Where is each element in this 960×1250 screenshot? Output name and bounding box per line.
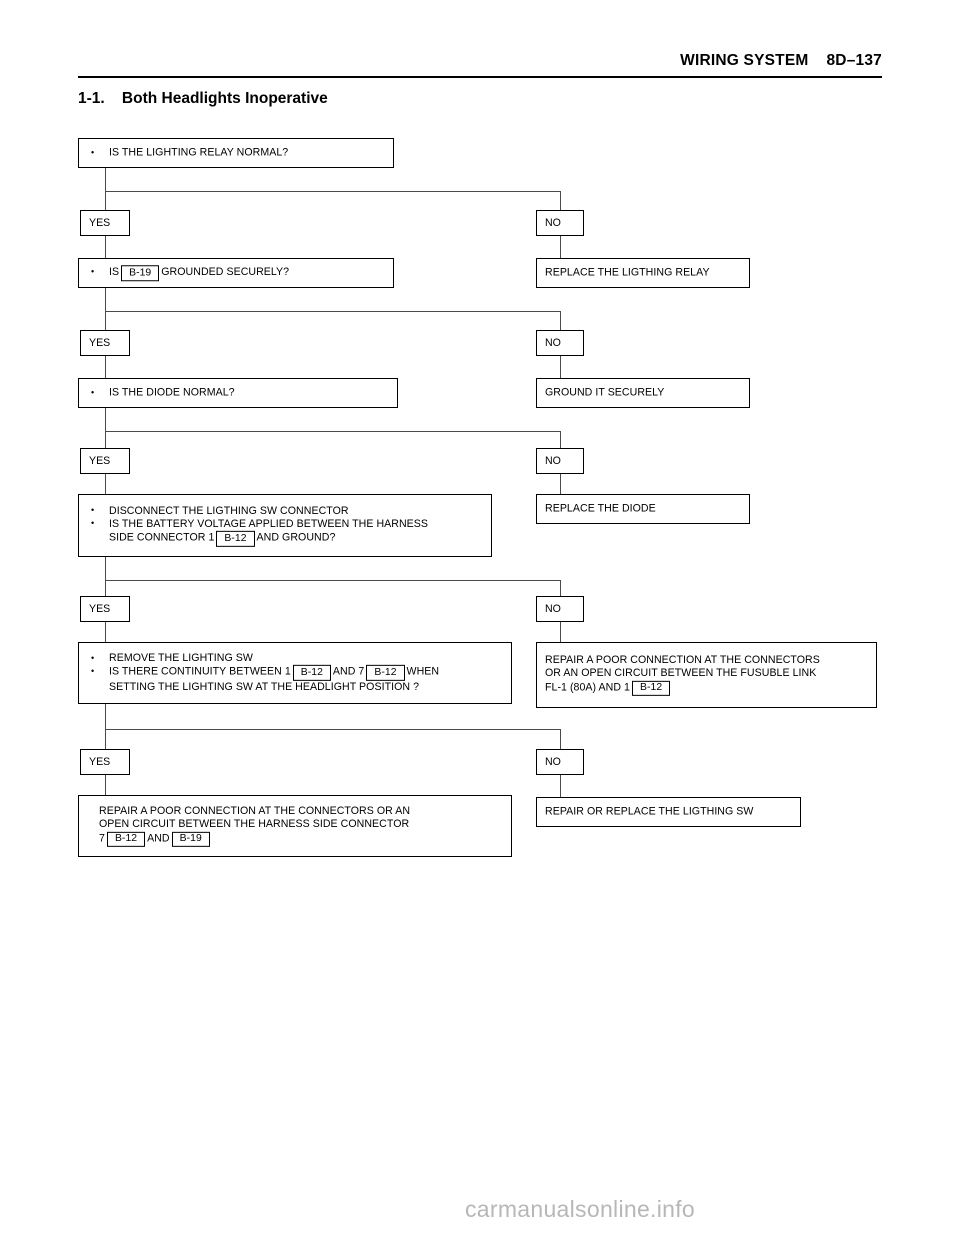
connector-line (105, 580, 106, 596)
connector-line (105, 191, 561, 192)
result-box-repair-harness-connector: REPAIR A POOR CONNECTION AT THE CONNECTO… (78, 795, 512, 857)
question-line: IS THERE CONTINUITY BETWEEN 1B-12AND 7B-… (89, 665, 511, 694)
connector-line (105, 431, 106, 448)
page-header: WIRING SYSTEM 8D–137 (78, 52, 882, 78)
connector-line (560, 580, 561, 596)
result-text: REPAIR OR REPLACE THE LIGTHING SW (545, 805, 754, 818)
result-text-line2: OPEN CIRCUIT BETWEEN THE HARNESS SIDE CO… (99, 818, 410, 831)
question-line: IS THE LIGHTING RELAY NORMAL? (89, 146, 393, 160)
result-text-line3: 7 B-12 AND B-19 (99, 831, 511, 848)
header-title: WIRING SYSTEM 8D–137 (680, 52, 882, 69)
question-text-pre: SIDE CONNECTOR 1 (109, 531, 215, 544)
connector-line (105, 431, 561, 432)
connector-line (560, 775, 561, 797)
question-box-battery-voltage: DISCONNECT THE LIGTHING SW CONNECTOR IS … (78, 494, 492, 557)
branch-label-no-3: NO (536, 448, 584, 474)
connector-line (105, 236, 106, 258)
result-box-repair-replace-lighting-sw: REPAIR OR REPLACE THE LIGTHING SW (536, 797, 801, 827)
connector-line (560, 622, 561, 642)
connector-line (105, 356, 106, 378)
question-text-post: WHEN (406, 665, 440, 678)
result-text: REPLACE THE DIODE (545, 502, 656, 515)
connector-line (560, 729, 561, 749)
connector-line (105, 168, 106, 191)
connector-line (105, 729, 561, 730)
question-line: IS THE BATTERY VOLTAGE APPLIED BETWEEN T… (89, 517, 491, 547)
connector-line (105, 775, 106, 795)
branch-label-yes-2: YES (80, 330, 130, 356)
branch-label-no-1: NO (536, 210, 584, 236)
connector-line (105, 311, 561, 312)
connector-line (105, 729, 106, 749)
result-text-pre: FL-1 (80A) AND 1 (545, 681, 630, 694)
question-text-mid: AND 7 (332, 665, 365, 678)
result-box-replace-lighting-relay: REPLACE THE LIGTHING RELAY (536, 258, 750, 288)
connector-chip-b12: B-12 (292, 665, 331, 681)
result-text-line1: REPAIR A POOR CONNECTION AT THE CONNECTO… (545, 653, 820, 666)
result-box-replace-diode: REPLACE THE DIODE (536, 494, 750, 524)
connector-line (560, 356, 561, 378)
connector-chip-b12: B-12 (366, 665, 405, 681)
branch-label-no-4: NO (536, 596, 584, 622)
connector-chip-b19: B-19 (121, 265, 160, 281)
branch-label-yes-1: YES (80, 210, 130, 236)
question-box-lighting-relay: IS THE LIGHTING RELAY NORMAL? (78, 138, 394, 168)
branch-label-yes-4: YES (80, 596, 130, 622)
question-line: ISB-19GROUNDED SECURELY? (89, 265, 393, 281)
connector-chip-b12: B-12 (632, 680, 671, 697)
connector-line (560, 474, 561, 494)
question-line: DISCONNECT THE LIGTHING SW CONNECTOR (89, 504, 491, 518)
branch-label-yes-5: YES (80, 749, 130, 775)
connector-line (105, 622, 106, 642)
connector-line (105, 288, 106, 311)
connector-chip-b19: B-19 (171, 831, 210, 848)
connector-line (105, 580, 561, 581)
question-box-b19-ground: ISB-19GROUNDED SECURELY? (78, 258, 394, 288)
question-text-pre: IS (109, 265, 120, 278)
result-text: GROUND IT SECURELY (545, 386, 665, 399)
header-divider (78, 76, 882, 78)
question-text-pre: IS THERE CONTINUITY BETWEEN 1 (109, 665, 291, 678)
connector-line (560, 311, 561, 330)
connector-line (105, 704, 106, 729)
connector-line (560, 236, 561, 258)
connector-line (105, 557, 106, 580)
result-text-mid: AND (147, 832, 170, 845)
question-line: IS THE DIODE NORMAL? (89, 386, 397, 400)
result-box-ground-securely: GROUND IT SECURELY (536, 378, 750, 408)
result-text-line1: REPAIR A POOR CONNECTION AT THE CONNECTO… (99, 804, 411, 817)
branch-label-yes-3: YES (80, 448, 130, 474)
connector-line (560, 191, 561, 210)
question-box-diode-normal: IS THE DIODE NORMAL? (78, 378, 398, 408)
question-text-post: AND GROUND? (256, 531, 336, 544)
connector-chip-b12: B-12 (216, 531, 255, 547)
result-text-pre: 7 (99, 832, 105, 845)
result-text-line3: FL-1 (80A) AND 1 B-12 (545, 680, 876, 697)
connector-line (105, 408, 106, 431)
connector-line (105, 311, 106, 330)
question-text: IS THE BATTERY VOLTAGE APPLIED BETWEEN T… (109, 517, 429, 530)
connector-line (105, 474, 106, 494)
watermark: carmanualsonline.info (464, 1196, 696, 1222)
question-text-continued: SETTING THE LIGHTING SW AT THE HEADLIGHT… (109, 680, 420, 693)
connector-line (105, 191, 106, 210)
question-text-post: GROUNDED SECURELY? (161, 265, 290, 278)
branch-label-no-5: NO (536, 749, 584, 775)
branch-label-no-2: NO (536, 330, 584, 356)
question-text-continued: SIDE CONNECTOR 1 B-12 AND GROUND? (109, 531, 491, 547)
connector-line (560, 431, 561, 448)
question-box-continuity: REMOVE THE LIGHTING SW IS THERE CONTINUI… (78, 642, 512, 704)
result-text: REPLACE THE LIGTHING RELAY (545, 266, 710, 279)
connector-chip-b12: B-12 (106, 831, 146, 848)
result-text-line2: OR AN OPEN CIRCUIT BETWEEN THE FUSUBLE L… (545, 667, 817, 680)
page-title: 1-1. Both Headlights Inoperative (78, 90, 328, 107)
question-line: REMOVE THE LIGHTING SW (89, 651, 511, 665)
result-box-repair-fusible-link: REPAIR A POOR CONNECTION AT THE CONNECTO… (536, 642, 877, 708)
